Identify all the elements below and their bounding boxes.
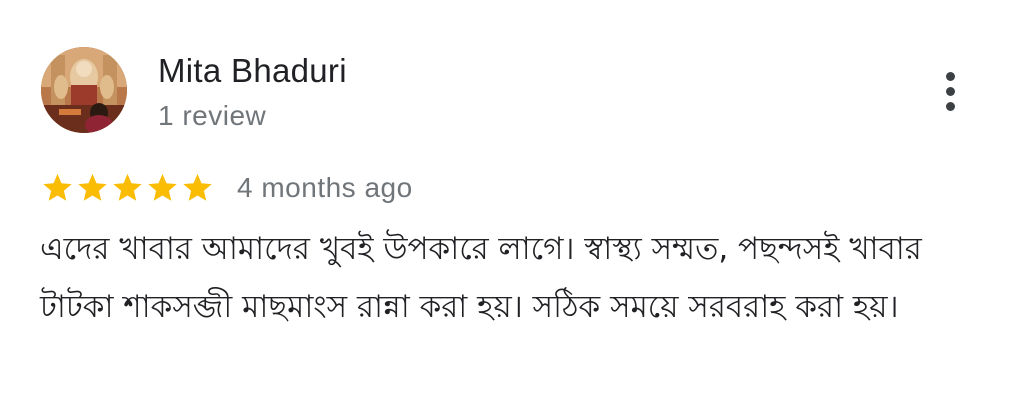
star-icon bbox=[113, 173, 142, 201]
review-count: 1 review bbox=[158, 100, 267, 131]
review-date: 4 months ago bbox=[237, 172, 413, 203]
review-text: এদের খাবার আমাদের খুবই উপকারে লাগে। স্বা… bbox=[40, 231, 922, 325]
more-vert-icon bbox=[946, 72, 955, 81]
avatar[interactable] bbox=[41, 47, 127, 133]
review-card: Mita Bhaduri 1 review 4 months ago এদের … bbox=[0, 0, 1024, 417]
more-options-button[interactable] bbox=[931, 66, 971, 118]
star-icon bbox=[43, 173, 72, 201]
rating-row: 4 months ago bbox=[40, 170, 413, 206]
more-vert-icon-dot bbox=[946, 102, 955, 111]
author-name[interactable]: Mita Bhaduri bbox=[158, 52, 347, 90]
star-rating bbox=[40, 171, 215, 205]
more-vert-icon-dot bbox=[946, 87, 955, 96]
profile-photo-icon bbox=[41, 47, 127, 133]
star-icon bbox=[148, 173, 177, 201]
star-icon bbox=[78, 173, 107, 201]
star-icon bbox=[183, 173, 212, 201]
